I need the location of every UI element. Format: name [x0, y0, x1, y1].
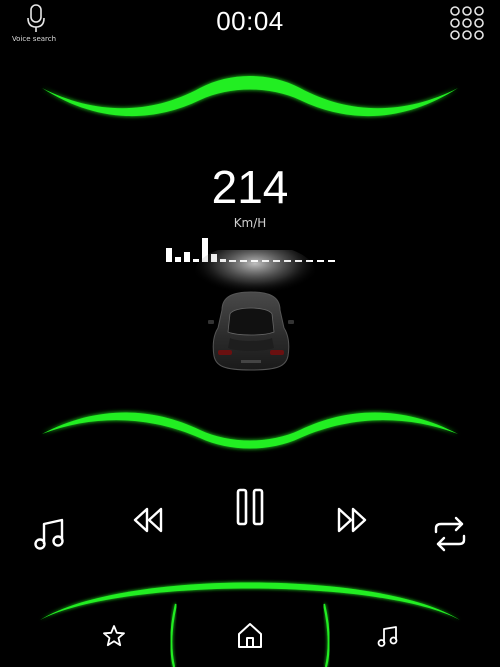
- home-icon: [238, 623, 262, 648]
- rewind-button[interactable]: [131, 505, 165, 535]
- music-nav-button[interactable]: [376, 624, 400, 648]
- star-icon: [103, 625, 125, 647]
- top-wave-decoration: [42, 76, 458, 117]
- rewind-icon: [133, 507, 163, 533]
- speed-unit: Km/H: [233, 216, 267, 230]
- music-note-icon: [34, 518, 64, 550]
- pause-icon: [236, 488, 264, 526]
- home-nav-button[interactable]: [235, 620, 265, 650]
- pause-button[interactable]: [234, 488, 266, 528]
- app-grid-icon: [450, 6, 484, 40]
- car-dashboard-screen: Voice search 00:04 214 Km/H: [0, 0, 500, 667]
- middle-wave-decoration: [42, 412, 458, 449]
- favorites-nav-button[interactable]: [102, 624, 126, 648]
- car-image: [208, 291, 294, 371]
- music-note-icon: [377, 626, 398, 647]
- speed-readout: 214: [211, 161, 289, 213]
- apps-button[interactable]: [449, 5, 485, 41]
- music-button[interactable]: [32, 516, 68, 552]
- repeat-button[interactable]: [432, 516, 468, 552]
- clock: 00:04: [216, 6, 284, 36]
- fast-forward-button[interactable]: [335, 505, 369, 535]
- repeat-icon: [434, 516, 466, 552]
- bottom-arc-decoration: [40, 582, 460, 667]
- fast-forward-icon: [337, 507, 367, 533]
